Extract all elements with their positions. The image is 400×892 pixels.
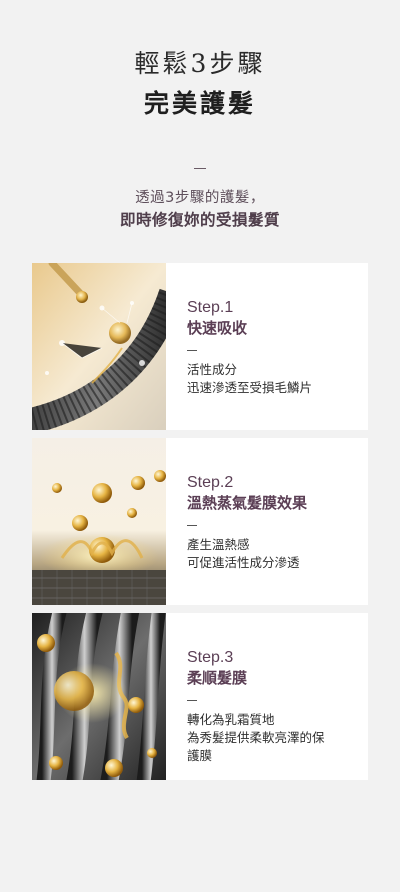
step3-desc-line3: 護膜 xyxy=(187,748,213,763)
step3-dash xyxy=(187,700,197,701)
step1-desc-line1: 活性成分 xyxy=(187,362,238,377)
page-title-line2: 完美護髮 xyxy=(143,89,256,118)
step3-title: 柔順髮膜 xyxy=(187,669,248,687)
step1-dash xyxy=(187,350,197,351)
step3-desc-line1: 轉化為乳霜質地 xyxy=(187,712,275,727)
step3-label: Step.3 xyxy=(187,649,234,666)
step2-label: Step.2 xyxy=(187,474,234,491)
step-card-3: Step.3 柔順髮膜 轉化為乳霜質地 為秀髮提供柔軟亮澤的保 護膜 xyxy=(32,613,368,780)
step1-desc-line2: 迅速滲透至受損毛鱗片 xyxy=(187,380,313,395)
step1-label: Step.1 xyxy=(187,299,234,316)
page-title-line1: 輕鬆3步驟 xyxy=(134,49,266,78)
step2-desc-line1: 產生溫熱感 xyxy=(187,537,250,552)
subtitle-line2: 即時修復妳的受損髮質 xyxy=(119,211,280,229)
step3-desc-line2: 為秀髮提供柔軟亮澤的保 xyxy=(187,730,325,745)
step3-desc: 轉化為乳霜質地 為秀髮提供柔軟亮澤的保 護膜 xyxy=(187,711,362,765)
step1-title: 快速吸收 xyxy=(187,319,248,337)
step-card-1: Step.1 快速吸收 活性成分 迅速滲透至受損毛鱗片 xyxy=(32,263,368,430)
step1-desc: 活性成分 迅速滲透至受損毛鱗片 xyxy=(187,361,362,397)
step1-image xyxy=(32,263,166,430)
step2-desc-line2: 可促進活性成分滲透 xyxy=(187,555,300,570)
step2-title: 溫熱蒸氣髮膜效果 xyxy=(187,494,308,512)
step3-image xyxy=(32,613,166,780)
step-card-2: Step.2 溫熱蒸氣髮膜效果 產生溫熱感 可促進活性成分滲透 xyxy=(32,438,368,605)
divider-dash xyxy=(194,168,206,169)
step2-image xyxy=(32,438,166,605)
step2-dash xyxy=(187,525,197,526)
step2-desc: 產生溫熱感 可促進活性成分滲透 xyxy=(187,536,362,572)
subtitle-line1: 透過3步驟的護髮， xyxy=(135,190,265,206)
